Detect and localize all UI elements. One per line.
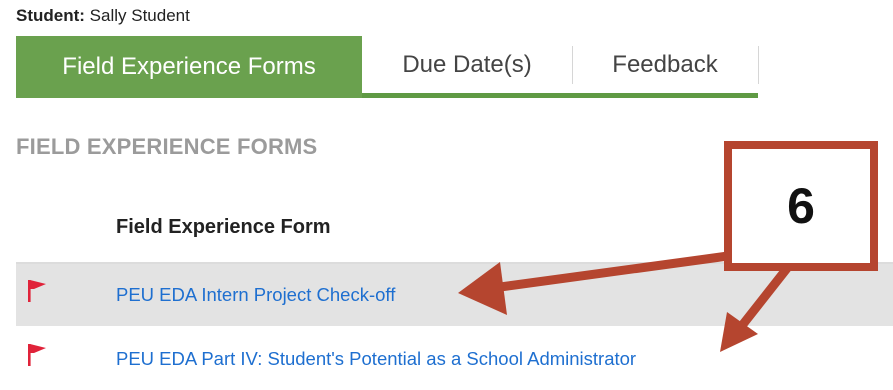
callout-number: 6 (787, 178, 815, 234)
red-flag-icon (28, 280, 46, 302)
tab-field-experience-forms[interactable]: Field Experience Forms (16, 36, 362, 98)
table-row: PEU EDA Part IV: Student's Potential as … (16, 328, 893, 390)
tab-divider (758, 46, 759, 84)
column-header: Field Experience Form (116, 216, 331, 238)
red-flag-icon (28, 344, 46, 366)
student-name: Sally Student (89, 6, 190, 25)
tab-feedback[interactable]: Feedback (572, 36, 758, 93)
form-link-intern-project[interactable]: PEU EDA Intern Project Check-off (116, 284, 395, 306)
form-link-part-iv[interactable]: PEU EDA Part IV: Student's Potential as … (116, 348, 636, 370)
section-title: FIELD EXPERIENCE FORMS (16, 134, 318, 159)
table-row: PEU EDA Intern Project Check-off (16, 264, 893, 326)
callout-box: 6 (724, 141, 878, 271)
tab-bar: Field Experience Forms Due Date(s) Feedb… (16, 36, 759, 100)
tab-due-dates[interactable]: Due Date(s) (362, 36, 572, 93)
student-line: Student: Sally Student (16, 6, 190, 26)
student-label: Student: (16, 6, 85, 25)
